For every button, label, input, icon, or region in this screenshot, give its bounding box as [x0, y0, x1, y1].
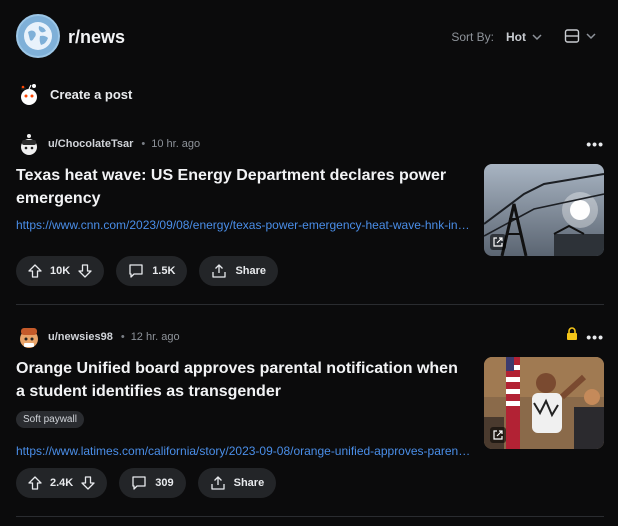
post-thumbnail[interactable] — [484, 357, 604, 449]
chevron-down-icon — [532, 34, 542, 41]
post-link[interactable]: https://www.latimes.com/california/story… — [16, 444, 472, 458]
card-layout-icon — [564, 29, 580, 43]
post-meta: u/ChocolateTsar • 10 hr. ago — [16, 130, 200, 158]
comment-count: 1.5K — [152, 265, 176, 277]
subreddit-globe-icon[interactable] — [16, 14, 60, 58]
post-time: 10 hr. ago — [151, 138, 201, 150]
upvote-icon[interactable] — [28, 476, 42, 490]
post-time: 12 hr. ago — [130, 331, 180, 343]
post-meta: u/newsies98 • 12 hr. ago — [16, 323, 180, 351]
external-link-icon — [490, 234, 506, 250]
comments-button[interactable]: 1.5K — [116, 256, 188, 286]
more-options-icon[interactable]: ••• — [586, 329, 604, 345]
post-divider — [16, 516, 604, 517]
external-link-icon — [490, 427, 506, 443]
comments-button[interactable]: 309 — [119, 468, 186, 498]
comment-icon — [132, 476, 146, 490]
post-actions: 2.4K 309 Share — [16, 468, 277, 498]
comment-count: 309 — [155, 477, 174, 489]
downvote-icon[interactable] — [78, 264, 92, 278]
post-title[interactable]: Orange Unified board approves parental n… — [16, 357, 471, 403]
vote-count: 10K — [50, 265, 71, 277]
lock-icon — [566, 327, 578, 346]
view-layout-button[interactable] — [564, 28, 596, 44]
sort-value[interactable]: Hot — [506, 30, 526, 44]
vote-count: 2.4K — [50, 477, 74, 489]
user-avatar-icon[interactable] — [16, 131, 42, 157]
share-label: Share — [235, 265, 267, 277]
more-options-icon[interactable]: ••• — [586, 136, 604, 152]
post-flair[interactable]: Soft paywall — [16, 411, 84, 428]
subreddit-header: r/news Sort By: Hot — [16, 14, 602, 60]
upvote-icon[interactable] — [28, 264, 42, 278]
vote-control: 10K — [16, 256, 105, 286]
post-author[interactable]: u/newsies98 — [48, 331, 113, 343]
meta-separator: • — [120, 331, 125, 343]
sort-label: Sort By: — [451, 30, 494, 44]
sort-control[interactable]: Sort By: Hot — [451, 30, 542, 44]
post-actions: 10K 1.5K Share — [16, 256, 279, 286]
subreddit-title[interactable]: r/news — [68, 27, 125, 48]
share-icon — [210, 476, 225, 490]
user-avatar-icon[interactable] — [16, 324, 42, 350]
share-icon — [212, 264, 227, 278]
post-author[interactable]: u/ChocolateTsar — [48, 138, 133, 150]
vote-control: 2.4K — [16, 468, 108, 498]
share-button[interactable]: Share — [197, 468, 277, 498]
share-label: Share — [233, 477, 265, 489]
chevron-down-icon — [586, 33, 596, 40]
create-post-label: Create a post — [50, 86, 133, 102]
comment-icon — [129, 264, 143, 278]
post-card[interactable]: u/ChocolateTsar • 10 hr. ago ••• Texas h… — [16, 130, 604, 290]
post-card[interactable]: u/newsies98 • 12 hr. ago ••• Orange Unif… — [16, 323, 604, 503]
share-button[interactable]: Share — [199, 256, 279, 286]
snoo-avatar-icon — [21, 84, 37, 105]
post-link[interactable]: https://www.cnn.com/2023/09/08/energy/te… — [16, 218, 472, 232]
post-title[interactable]: Texas heat wave: US Energy Department de… — [16, 164, 471, 210]
post-thumbnail[interactable] — [484, 164, 604, 256]
downvote-icon[interactable] — [81, 476, 95, 490]
meta-separator: • — [141, 138, 146, 150]
post-divider — [16, 304, 604, 305]
create-post-button[interactable]: Create a post — [16, 80, 132, 108]
